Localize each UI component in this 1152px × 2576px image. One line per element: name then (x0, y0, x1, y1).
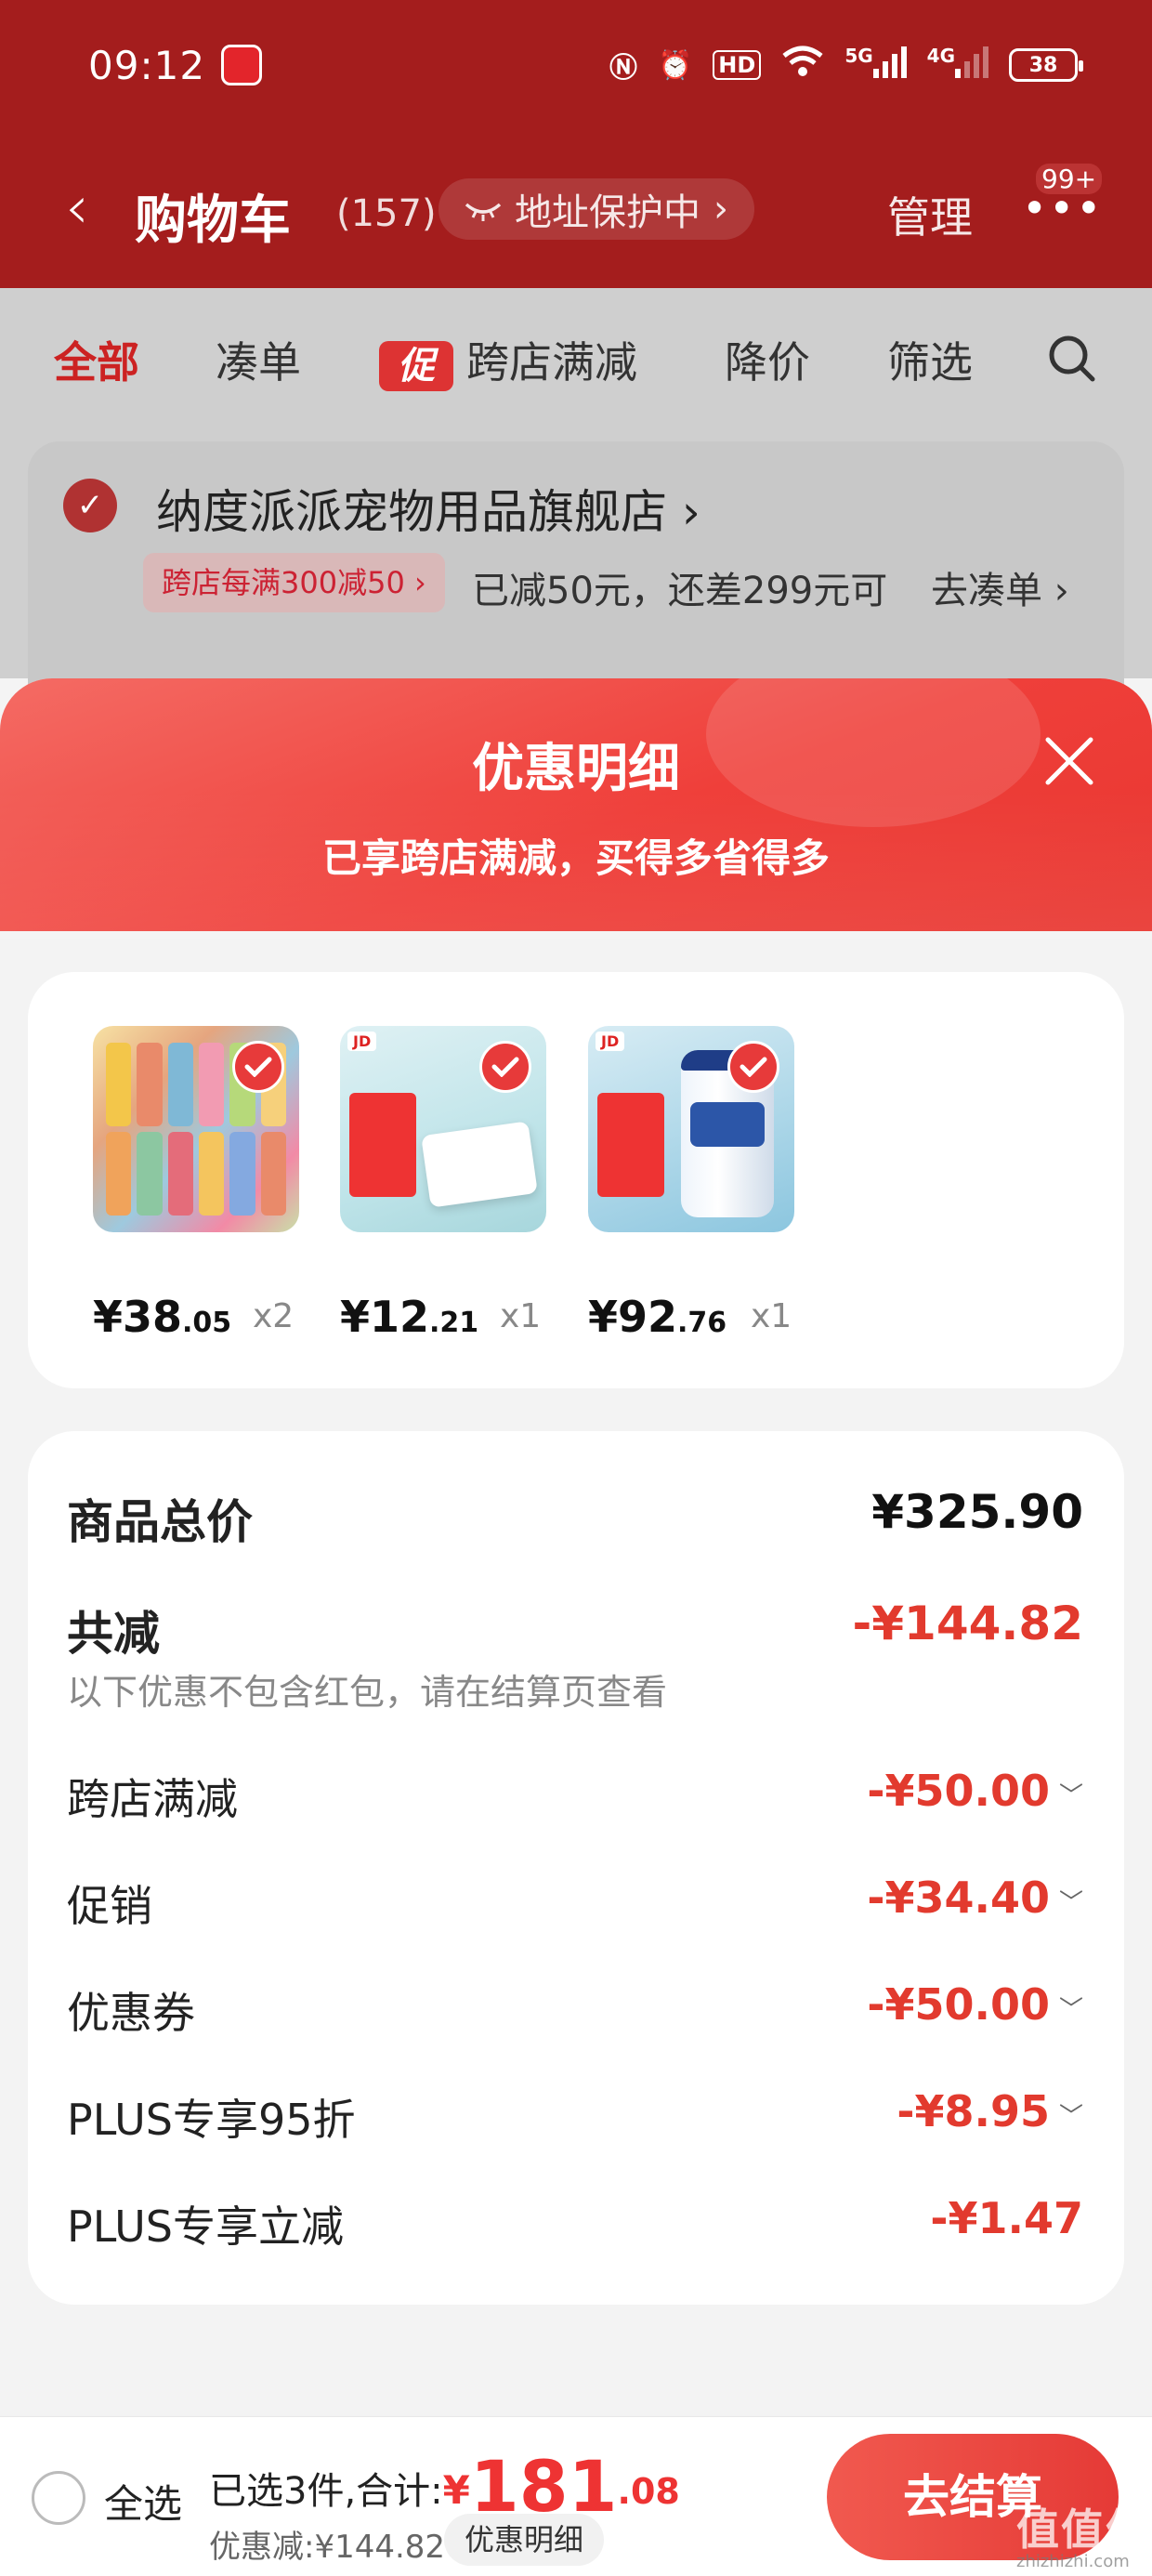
shop-check-icon[interactable]: ✓ (63, 479, 117, 532)
watermark-url: zhizhizhi.com (1016, 2552, 1130, 2571)
products-card: JD JD ¥38.05 x2 ¥12.21 x1 ¥92.76 x1 (28, 972, 1124, 1388)
total-summary: 已选3件,合计:¥181.08 (209, 2445, 680, 2528)
address-protect-pill[interactable]: 地址保护中 › (439, 178, 754, 240)
reduce-note: 以下优惠不包含红包，请在结算页查看 (67, 1672, 668, 1713)
plus-95-label: PLUS专享95折 (67, 2095, 356, 2145)
tab-make-order[interactable]: 凑单 (216, 329, 301, 390)
nfc-icon: Ⓝ (609, 52, 637, 85)
battery-icon: 38 (1009, 48, 1083, 82)
tab-filter[interactable]: 筛选 (887, 329, 973, 390)
tab-cross-store[interactable]: 促跨店满减 (379, 329, 637, 391)
back-icon[interactable]: ‹ (65, 178, 89, 238)
title-bar: ‹ 购物车 (157) 地址保护中 › 管理 99+ ••• (0, 158, 1152, 260)
make-order-link[interactable]: 去凑单 › (931, 560, 1069, 614)
product-image[interactable]: JD (588, 1026, 794, 1232)
shop-promo-text: 已减50元，还差299元可 (472, 570, 888, 612)
coupon-label: 优惠券 (67, 1988, 195, 2038)
address-protect-label: 地址保护中 (515, 191, 700, 234)
plus-reduce-label: PLUS专享立减 (67, 2201, 344, 2252)
hd-icon: HD (713, 50, 762, 80)
promotion-label: 促销 (67, 1881, 152, 1931)
product-price: ¥38.05 (93, 1292, 232, 1342)
app-notification-icon (221, 45, 262, 85)
tab-all[interactable]: 全部 (54, 329, 139, 390)
modal-subtitle: 已享跨店满减，买得多省得多 (321, 835, 830, 881)
selected-check-icon (479, 1041, 531, 1093)
shop-promo-tag[interactable]: 跨店每满300减50 › (143, 553, 445, 612)
product-package (421, 1121, 538, 1208)
total-value: ¥325.90 (871, 1485, 1083, 1539)
select-all-label[interactable]: 全选 (104, 2473, 182, 2530)
jd-tag: JD (347, 1032, 377, 1051)
top-header: 09:12 Ⓝ ⏰ HD 5G 4G 38 ‹ 购物车 (157) 地址保护中 … (0, 0, 1152, 288)
chevron-down-icon: ﹀ (1058, 1889, 1083, 1917)
tab-cross-store-label: 跨店满减 (466, 337, 637, 388)
reduce-label: 共减 (67, 1607, 160, 1661)
more-icon[interactable]: ••• (1022, 187, 1103, 230)
plus-reduce-value: -¥1.47 (930, 2193, 1083, 2243)
chevron-right-icon: › (713, 188, 728, 230)
signal-4g: 4G (927, 45, 988, 85)
shield-icon (465, 188, 502, 230)
tab-price-drop[interactable]: 降价 (725, 329, 810, 390)
product-price: ¥12.21 (340, 1292, 479, 1342)
search-icon[interactable] (1048, 335, 1096, 383)
promotion-value[interactable]: -¥34.40 ﹀ (867, 1873, 1083, 1923)
chevron-down-icon: ﹀ (1058, 2103, 1083, 2131)
discount-detail-modal: 优惠明细 已享跨店满减，买得多省得多 JD JD ¥38.05 x2 ¥12.2… (0, 678, 1152, 2576)
chevron-down-icon: ﹀ (1058, 1996, 1083, 2024)
promo-box (597, 1093, 664, 1197)
product-price: ¥92.76 (588, 1292, 727, 1342)
close-icon[interactable] (1042, 734, 1096, 788)
discount-amount: 优惠减:¥144.82 (209, 2529, 446, 2566)
jd-tag: JD (596, 1032, 625, 1051)
modal-title: 优惠明细 (472, 739, 680, 799)
coupon-value[interactable]: -¥50.00 ﹀ (867, 1979, 1083, 2030)
selected-check-icon (727, 1041, 779, 1093)
product-qty: x1 (751, 1297, 792, 1335)
product-image[interactable] (93, 1026, 299, 1232)
promo-box (349, 1093, 416, 1197)
wifi-icon (781, 45, 824, 85)
page-title: 购物车 (135, 191, 291, 251)
manage-button[interactable]: 管理 (887, 184, 973, 245)
checkout-bar: 全选 已选3件,合计:¥181.08 优惠减:¥144.82 优惠明细 去结算 (0, 2416, 1152, 2576)
total-label: 商品总价 (67, 1495, 253, 1549)
modal-header: 优惠明细 已享跨店满减，买得多省得多 (0, 678, 1152, 939)
cart-count: (157) (336, 192, 437, 235)
alarm-icon: ⏰ (657, 48, 693, 82)
status-time: 09:12 (88, 43, 206, 88)
product-qty: x1 (500, 1297, 542, 1335)
discount-detail-button[interactable]: 优惠明细 (444, 2514, 605, 2566)
cross-store-label: 跨店满减 (67, 1774, 238, 1824)
product-image[interactable]: JD (340, 1026, 546, 1232)
status-icons: Ⓝ ⏰ HD 5G 4G 38 (609, 45, 1083, 85)
select-all-radio[interactable] (32, 2471, 85, 2525)
summary-card: 商品总价 ¥325.90 共减 -¥144.82 以下优惠不包含红包，请在结算页… (28, 1431, 1124, 2305)
signal-5g: 5G (844, 45, 907, 85)
watermark: 值值值 (1016, 2504, 1150, 2555)
product-qty: x2 (253, 1297, 295, 1335)
promo-icon: 促 (379, 340, 453, 391)
reduce-value: -¥144.82 (852, 1597, 1084, 1650)
shop-name[interactable]: 纳度派派宠物用品旗舰店 › (156, 475, 700, 542)
status-bar: 09:12 Ⓝ ⏰ HD 5G 4G 38 (0, 0, 1152, 139)
selected-check-icon (232, 1041, 284, 1093)
cart-tabs: 全部 凑单 促跨店满减 降价 筛选 (0, 288, 1152, 427)
chevron-down-icon: ﹀ (1058, 1782, 1083, 1810)
cart-background: 全部 凑单 促跨店满减 降价 筛选 ✓ 纳度派派宠物用品旗舰店 › 跨店每满30… (0, 288, 1152, 720)
plus-95-value[interactable]: -¥8.95 ﹀ (897, 2086, 1083, 2136)
cross-store-value[interactable]: -¥50.00 ﹀ (867, 1766, 1083, 1816)
